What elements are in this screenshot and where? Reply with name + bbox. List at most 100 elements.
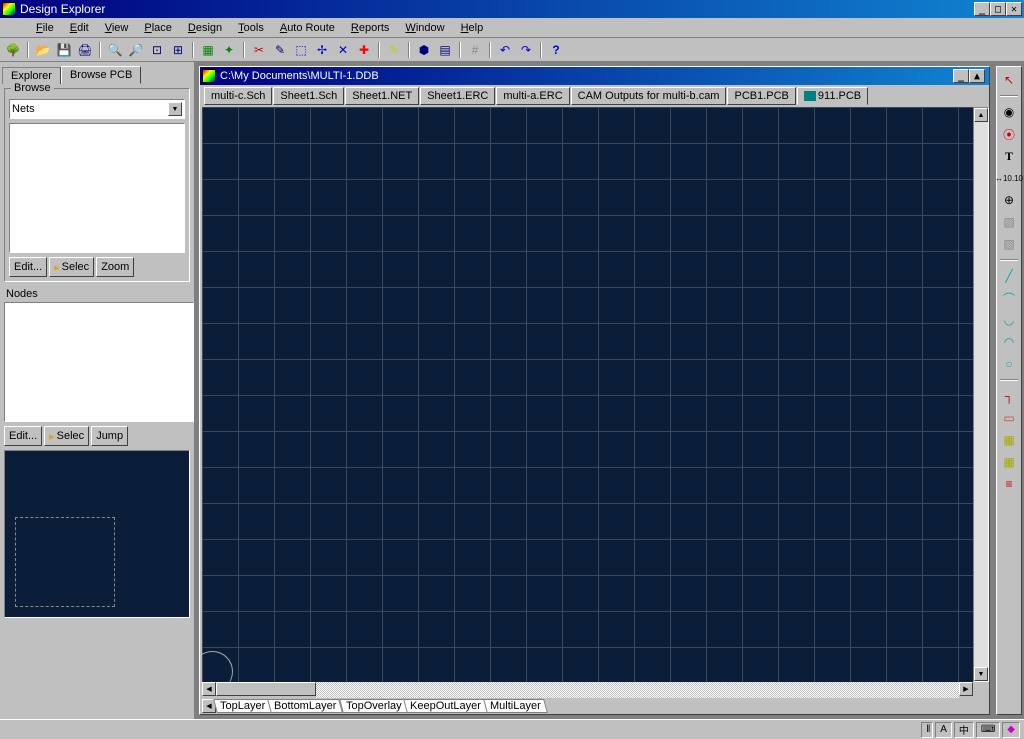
save-icon[interactable]: 💾 — [55, 41, 73, 59]
layertab-2[interactable]: TopOverlay — [339, 699, 408, 713]
cut-icon[interactable]: ✂ — [250, 41, 268, 59]
layertab-4[interactable]: MultiLayer — [483, 699, 548, 713]
separator — [408, 42, 410, 58]
arc-tool-icon[interactable]: ⌒ — [1000, 289, 1018, 307]
help-icon[interactable]: ? — [547, 41, 565, 59]
scroll-v-track[interactable] — [974, 122, 988, 667]
via-tool-icon[interactable]: ⦿ — [1000, 125, 1018, 143]
maximize-button[interactable]: □ — [990, 2, 1006, 16]
menu-view[interactable]: View — [97, 20, 137, 36]
menu-place[interactable]: Place — [136, 20, 180, 36]
scroll-down-icon[interactable]: ▼ — [974, 667, 988, 681]
component-tool-icon[interactable]: ▦ — [1000, 431, 1018, 449]
open-icon[interactable]: 📂 — [34, 41, 52, 59]
doctab-7[interactable]: 911.PCB — [797, 87, 868, 105]
nets-listbox[interactable] — [9, 123, 185, 253]
select-button[interactable]: ▸Selec — [49, 257, 94, 277]
doc-minimize-button[interactable]: _ — [953, 69, 969, 83]
separator — [378, 42, 380, 58]
pcb-canvas[interactable] — [202, 107, 973, 682]
menu-tools[interactable]: Tools — [230, 20, 272, 36]
menu-autoroute[interactable]: Auto Route — [272, 20, 343, 36]
select-icon[interactable]: ⬚ — [292, 41, 310, 59]
doc-window-buttons: _ ▲ — [953, 69, 985, 83]
nodes-listbox[interactable] — [4, 302, 194, 422]
rect-tool-icon[interactable]: ▭ — [1000, 409, 1018, 427]
doctab-3[interactable]: Sheet1.ERC — [420, 87, 495, 105]
menu-bar: File Edit View Place Design Tools Auto R… — [0, 18, 1024, 38]
sb-cell-ime[interactable]: 中 — [954, 722, 974, 738]
line-tool-icon[interactable]: ╱ — [1000, 267, 1018, 285]
string-tool-icon[interactable]: ≡ — [1000, 475, 1018, 493]
grid-icon[interactable]: # — [466, 41, 484, 59]
zoom-fit-icon[interactable]: ⊡ — [148, 41, 166, 59]
tree-icon[interactable]: 🌳 — [4, 41, 22, 59]
3d-icon[interactable]: ⬢ — [415, 41, 433, 59]
menu-reports[interactable]: Reports — [343, 20, 398, 36]
menu-window[interactable]: Window — [397, 20, 452, 36]
zoom-button[interactable]: Zoom — [96, 257, 134, 277]
cross-icon[interactable]: ✚ — [355, 41, 373, 59]
move-icon[interactable]: ✢ — [313, 41, 331, 59]
menu-edit[interactable]: Edit — [62, 20, 97, 36]
component-icon[interactable]: ▦ — [199, 41, 217, 59]
select2-button[interactable]: ▸Selec — [44, 426, 89, 446]
print-icon[interactable]: 🖨 — [76, 41, 94, 59]
doc-maximize-button[interactable]: ▲ — [969, 69, 985, 83]
preview-pane[interactable] — [4, 450, 190, 618]
redo-icon[interactable]: ↷ — [517, 41, 535, 59]
edit2-button[interactable]: Edit... — [4, 426, 42, 446]
undo-icon[interactable]: ↶ — [496, 41, 514, 59]
fill-tool-icon[interactable]: ▨ — [1000, 213, 1018, 231]
arrow-tool-icon[interactable]: ↖ — [1000, 71, 1018, 89]
minimize-button[interactable]: _ — [974, 2, 990, 16]
chevron-down-icon[interactable]: ▼ — [168, 102, 182, 116]
highlight-icon[interactable]: ✎ — [385, 41, 403, 59]
wizard-icon[interactable]: ✦ — [220, 41, 238, 59]
polygon-tool-icon[interactable]: ▧ — [1000, 235, 1018, 253]
sb-keyboard-icon[interactable]: ⌨ — [976, 722, 1000, 738]
vertical-scrollbar[interactable]: ▲ ▼ — [973, 107, 989, 682]
menu-help[interactable]: Help — [453, 20, 492, 36]
sb-cell-a[interactable]: A — [935, 722, 952, 738]
array-tool-icon[interactable]: ▦ — [1000, 453, 1018, 471]
zoom-in-icon[interactable]: 🔍 — [106, 41, 124, 59]
layertab-0[interactable]: TopLayer — [213, 699, 272, 713]
tab-browse-pcb[interactable]: Browse PCB — [61, 66, 141, 84]
pad-tool-icon[interactable]: ◉ — [1000, 103, 1018, 121]
doctab-1[interactable]: Sheet1.Sch — [273, 87, 344, 105]
jump-button[interactable]: Jump — [91, 426, 128, 446]
arc3-tool-icon[interactable]: ◠ — [1000, 333, 1018, 351]
dimension-tool-icon[interactable]: ↔10.10 — [1000, 169, 1018, 187]
origin-tool-icon[interactable]: ⊕ — [1000, 191, 1018, 209]
doctab-6[interactable]: PCB1.PCB — [727, 87, 795, 105]
scroll-up-icon[interactable]: ▲ — [974, 108, 988, 122]
scroll-h-thumb[interactable] — [216, 682, 316, 696]
zoom-out-icon[interactable]: 🔎 — [127, 41, 145, 59]
separator — [459, 42, 461, 58]
arc2-tool-icon[interactable]: ◡ — [1000, 311, 1018, 329]
menu-design[interactable]: Design — [180, 20, 230, 36]
layertab-1[interactable]: BottomLayer — [267, 699, 343, 713]
scroll-h-track[interactable] — [316, 682, 959, 698]
doctab-0[interactable]: multi-c.Sch — [204, 87, 272, 105]
doctab-4[interactable]: multi-a.ERC — [496, 87, 569, 105]
circle-tool-icon[interactable]: ○ — [1000, 355, 1018, 373]
menu-file[interactable]: File — [28, 20, 62, 36]
horizontal-scrollbar[interactable]: ◀ ▶ — [202, 682, 973, 698]
deselect-icon[interactable]: ✕ — [334, 41, 352, 59]
scroll-left-icon[interactable]: ◀ — [202, 682, 216, 696]
route-tool-icon[interactable]: ┐ — [1000, 387, 1018, 405]
doctab-5[interactable]: CAM Outputs for multi-b.cam — [571, 87, 727, 105]
text-tool-icon[interactable]: T — [1000, 147, 1018, 165]
board-icon[interactable]: ▤ — [436, 41, 454, 59]
layertab-3[interactable]: KeepOutLayer — [403, 699, 488, 713]
scroll-right-icon[interactable]: ▶ — [959, 682, 973, 696]
pencil-icon[interactable]: ✎ — [271, 41, 289, 59]
edit-button[interactable]: Edit... — [9, 257, 47, 277]
browse-dropdown[interactable]: Nets ▼ — [9, 99, 185, 119]
zoom-window-icon[interactable]: ⊞ — [169, 41, 187, 59]
sb-book-icon[interactable]: ◆ — [1002, 722, 1020, 738]
doctab-2[interactable]: Sheet1.NET — [345, 87, 419, 105]
close-button[interactable]: ✕ — [1006, 2, 1022, 16]
